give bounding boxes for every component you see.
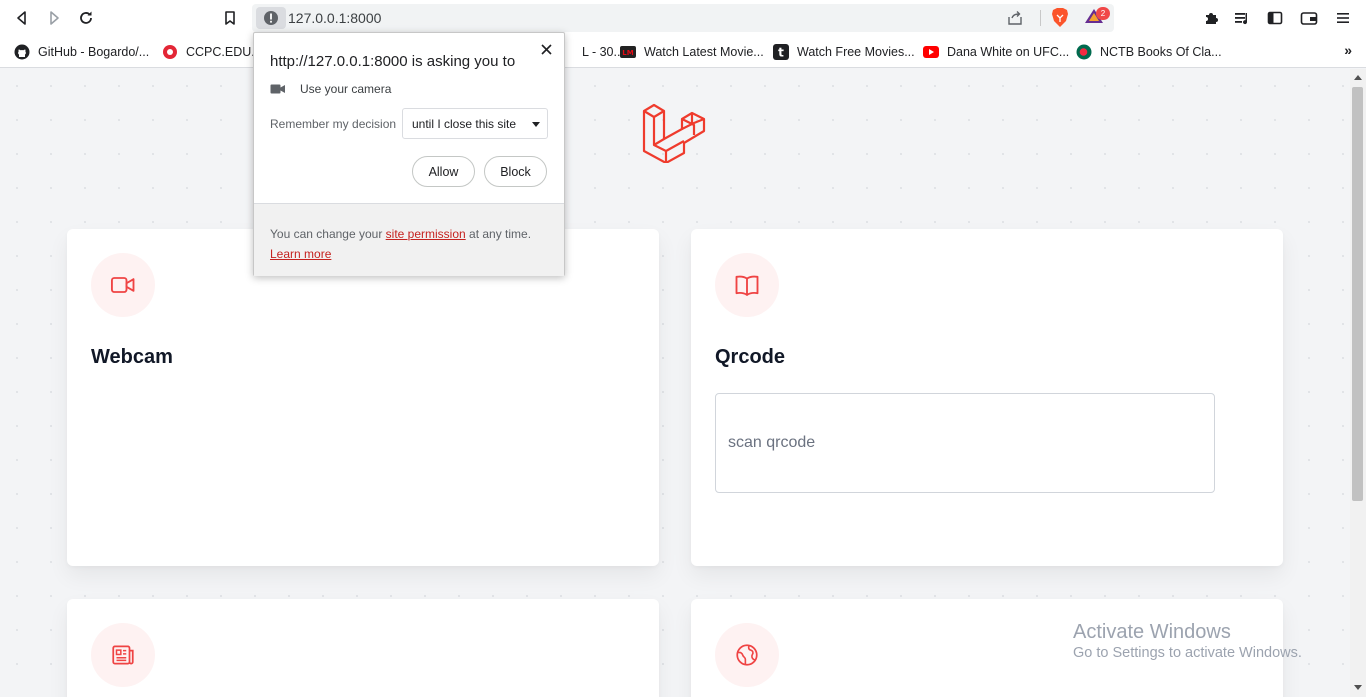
popup-close-button[interactable] xyxy=(538,41,554,57)
brave-shields-button[interactable] xyxy=(1051,7,1069,33)
sidebar-icon xyxy=(1267,11,1283,25)
popup-title: http://127.0.0.1:8000 is asking you to xyxy=(270,53,516,70)
ccpc-icon xyxy=(162,44,178,60)
bookmark-label: Watch Latest Movie... xyxy=(644,45,764,59)
book-open-icon xyxy=(735,275,759,296)
qrcode-title: Qrcode xyxy=(715,346,786,368)
sidebar-button[interactable] xyxy=(1263,6,1287,30)
allow-button[interactable]: Allow xyxy=(412,156,475,187)
windows-activation-watermark: Activate Windows Go to Settings to activ… xyxy=(1073,620,1302,663)
camera-icon xyxy=(270,83,286,95)
rewards-badge: 2 xyxy=(1096,7,1110,20)
browser-toolbar: 127.0.0.1:8000 2 xyxy=(0,0,1366,36)
reload-button[interactable] xyxy=(74,6,98,30)
forward-icon xyxy=(50,11,59,25)
globe-icon xyxy=(736,644,758,666)
scan-qrcode-input[interactable] xyxy=(715,393,1215,493)
qrcode-card: Qrcode xyxy=(691,229,1283,566)
puzzle-icon xyxy=(1206,13,1218,24)
camera-permission-popup: http://127.0.0.1:8000 is asking you to U… xyxy=(253,32,565,276)
watermark-line-1: Activate Windows xyxy=(1073,621,1231,643)
page-scrollbar[interactable] xyxy=(1350,69,1366,697)
bookmark-label: GitHub - Bogardo/... xyxy=(38,45,150,59)
bookmark-github[interactable]: GitHub - Bogardo/... xyxy=(14,42,149,62)
footer-suffix: at any time. xyxy=(469,227,532,241)
brave-lion-icon xyxy=(1052,8,1068,27)
webcam-icon-circle xyxy=(91,253,155,317)
menu-button[interactable] xyxy=(1331,6,1355,30)
remember-decision-select[interactable]: until I close this site xyxy=(402,108,548,139)
github-icon xyxy=(14,44,30,60)
bookmark-icon xyxy=(225,11,235,25)
reload-icon xyxy=(80,11,92,24)
media-playlist-button[interactable] xyxy=(1231,6,1255,30)
address-separator xyxy=(1040,10,1041,26)
learn-more-link[interactable]: Learn more xyxy=(270,247,331,261)
scroll-down-arrow-icon[interactable] xyxy=(1354,685,1362,690)
wallet-button[interactable] xyxy=(1297,6,1321,30)
permission-label: Use your camera xyxy=(300,82,392,96)
close-icon xyxy=(540,43,552,55)
bookmark-latest-movies[interactable]: LM Watch Latest Movie... xyxy=(620,42,764,62)
info-warning-icon xyxy=(264,11,278,25)
youtube-icon xyxy=(923,44,939,60)
video-camera-icon xyxy=(110,277,135,293)
bookmark-label: L - 30... xyxy=(582,45,624,59)
scroll-up-arrow-icon[interactable] xyxy=(1354,75,1362,80)
block-button[interactable]: Block xyxy=(484,156,547,187)
site-info-button[interactable] xyxy=(256,7,286,29)
forward-button[interactable] xyxy=(42,6,66,30)
share-icon xyxy=(1008,11,1022,25)
bookmark-page[interactable]: L - 30... xyxy=(582,42,624,62)
bookmark-label: NCTB Books Of Cla... xyxy=(1100,45,1222,59)
extensions-button[interactable] xyxy=(1199,6,1223,30)
wallet-icon xyxy=(1300,12,1318,25)
nctb-icon xyxy=(1076,44,1092,60)
hamburger-menu-icon xyxy=(1337,13,1349,23)
remember-decision-label: Remember my decision xyxy=(270,117,397,131)
footer-prefix: You can change your xyxy=(270,227,383,241)
bookmarks-bar: GitHub - Bogardo/... CCPC.EDU.BD L - 30.… xyxy=(0,36,1366,68)
share-button[interactable] xyxy=(1006,9,1024,32)
page-content: Webcam Qrcode Activate Windows Go to Set… xyxy=(0,69,1350,697)
remember-decision-value: until I close this site xyxy=(412,117,517,131)
watermark-line-2: Go to Settings to activate Windows. xyxy=(1073,645,1302,661)
bookmark-youtube[interactable]: Dana White on UFC... xyxy=(923,42,1069,62)
webcam-title: Webcam xyxy=(91,346,173,368)
svg-text:LM: LM xyxy=(622,49,633,57)
url-text[interactable]: 127.0.0.1:8000 xyxy=(288,10,381,26)
laravel-logo-icon xyxy=(642,103,706,165)
back-button[interactable] xyxy=(10,6,34,30)
bookmark-nctb[interactable]: NCTB Books Of Cla... xyxy=(1076,42,1222,62)
laravel-logo xyxy=(642,99,706,168)
bookmark-free-movies[interactable]: t Watch Free Movies... xyxy=(773,42,915,62)
bookmark-button[interactable] xyxy=(218,6,242,30)
movie-icon: LM xyxy=(620,44,636,60)
newspaper-icon xyxy=(112,645,134,665)
t-icon: t xyxy=(773,44,789,60)
fourth-icon-circle xyxy=(715,623,779,687)
chevron-down-icon xyxy=(532,122,540,127)
bookmark-label: Dana White on UFC... xyxy=(947,45,1070,59)
permission-row: Use your camera xyxy=(270,82,391,96)
popup-footer-text: You can change your site permission at a… xyxy=(270,224,531,264)
bookmark-label: Watch Free Movies... xyxy=(797,45,915,59)
svg-text:t: t xyxy=(778,46,784,60)
bookmarks-overflow-button[interactable]: » xyxy=(1344,42,1352,58)
third-icon-circle xyxy=(91,623,155,687)
site-permission-link[interactable]: site permission xyxy=(386,227,466,241)
popup-footer: You can change your site permission at a… xyxy=(254,203,564,276)
third-card xyxy=(67,599,659,697)
scroll-thumb[interactable] xyxy=(1352,87,1363,501)
address-bar[interactable]: 127.0.0.1:8000 2 xyxy=(252,4,1114,32)
playlist-icon xyxy=(1235,13,1248,25)
back-icon xyxy=(17,11,26,25)
webcam-card: Webcam xyxy=(67,229,659,566)
qrcode-icon-circle xyxy=(715,253,779,317)
